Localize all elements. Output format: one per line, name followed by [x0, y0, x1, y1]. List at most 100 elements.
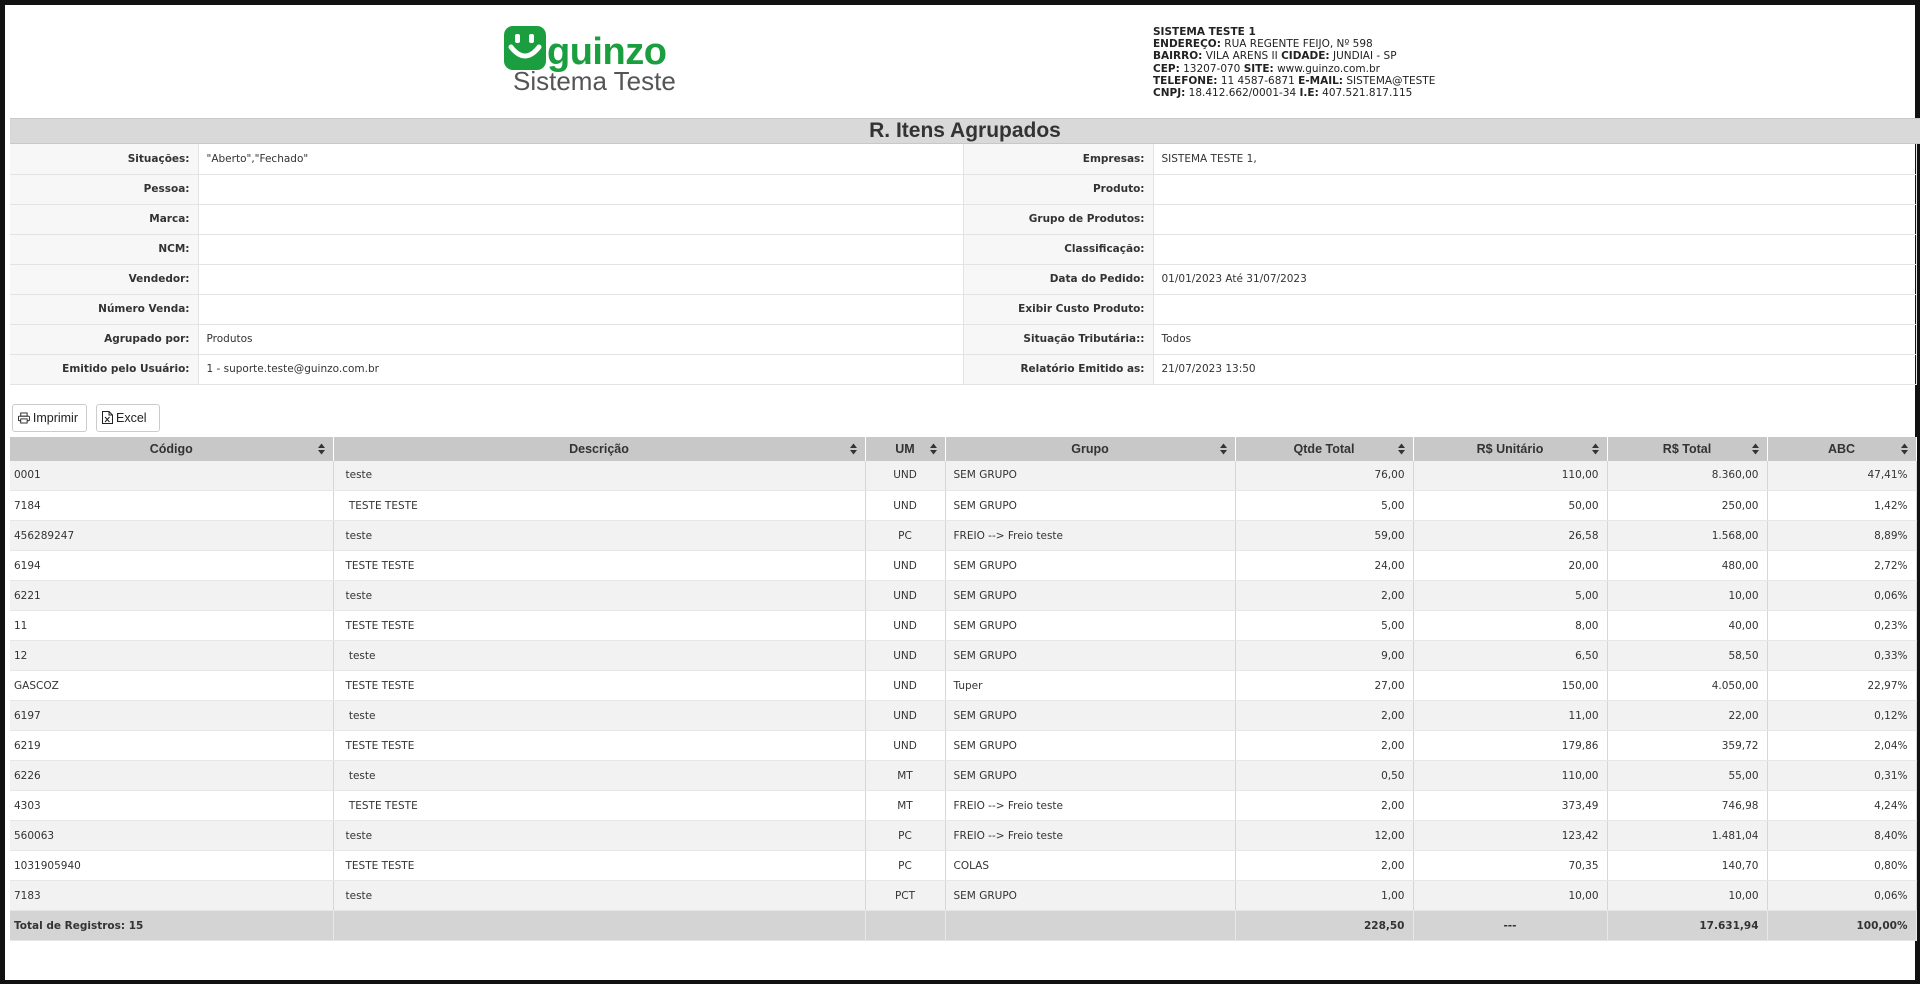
cell-descricao: TESTE TESTE	[333, 670, 866, 701]
cell-descricao: teste	[333, 700, 866, 731]
filter-label: Produto:	[963, 174, 1153, 205]
print-button-label: Imprimir	[32, 410, 78, 425]
filter-value: Todos	[1152, 324, 1917, 355]
cell-um: UND	[865, 580, 946, 611]
filter-row: Vendedor: Data do Pedido: 01/01/2023 Até 3…	[10, 264, 1917, 295]
cell-abc: 4,24%	[1767, 790, 1917, 821]
cell-qtde: 27,00	[1235, 670, 1414, 701]
column-header[interactable]: ABC	[1767, 436, 1917, 461]
cell-codigo: 4303	[10, 790, 334, 821]
filter-label: Marca:	[10, 204, 198, 235]
cell-qtde: 5,00	[1235, 490, 1414, 521]
table-row: 4303 TESTE TESTE MT FREIO --> Freio teste 2…	[10, 790, 1917, 821]
cell-abc: 22,97%	[1767, 670, 1917, 701]
cell-qtde: 2,00	[1235, 850, 1414, 881]
column-header[interactable]: R$ Unitário	[1413, 436, 1608, 461]
sort-icon[interactable]	[929, 443, 937, 455]
company-line-5: TELEFONE: 11 4587-6871 E-MAIL: SISTEMA@T…	[1153, 75, 1435, 87]
report-page: guinzo Sistema Teste SISTEMA TESTE 1 END…	[10, 10, 1920, 941]
report-frame: guinzo Sistema Teste SISTEMA TESTE 1 END…	[0, 0, 1920, 984]
sort-icon[interactable]	[1219, 443, 1227, 455]
filter-row: Emitido pelo Usuário: 1 - suporte.teste@g…	[10, 354, 1917, 385]
sort-icon[interactable]	[1397, 443, 1405, 455]
cell-total: 1.568,00	[1607, 520, 1768, 551]
report-title: R. Itens Agrupados	[10, 118, 1920, 144]
filter-value	[197, 204, 964, 235]
company-line-6: CNPJ: 18.412.662/0001-34 I.E: 407.521.81…	[1153, 87, 1435, 99]
table-row: 6221 teste UND SEM GRUPO 2,00 5,00 10,00 0,06%	[10, 580, 1917, 611]
print-button[interactable]: Imprimir	[12, 403, 87, 432]
cell-abc: 8,89%	[1767, 520, 1917, 551]
column-header[interactable]: Descrição	[333, 436, 866, 461]
cell-abc: 0,33%	[1767, 640, 1917, 671]
cell-total: 1.481,04	[1607, 820, 1768, 851]
cell-total: 250,00	[1607, 490, 1768, 521]
table-header-row: Código Descrição UM Grupo Qtde Total R$ Unitá…	[10, 436, 1917, 461]
filter-value	[197, 234, 964, 265]
cell-um: PC	[865, 820, 946, 851]
filter-row: Número Venda: Exibir Custo Produto:	[10, 294, 1917, 325]
cell-codigo: 6226	[10, 760, 334, 791]
table-row: 11 TESTE TESTE UND SEM GRUPO 5,00 8,00 40,00 0,…	[10, 610, 1917, 641]
cell-descricao: teste	[333, 760, 866, 791]
table-row: 1031905940 TESTE TESTE PC COLAS 2,00 70,35 140…	[10, 850, 1917, 881]
table-row: 6226 teste MT SEM GRUPO 0,50 110,00 55,00 0,31…	[10, 760, 1917, 791]
cell-qtde: 76,00	[1235, 460, 1414, 491]
sort-icon[interactable]	[849, 443, 857, 455]
filter-value: 01/01/2023 Até 31/07/2023	[1152, 264, 1917, 295]
excel-button[interactable]: Excel	[96, 403, 160, 432]
cell-qtde: 0,50	[1235, 760, 1414, 791]
filter-label: Grupo de Produtos:	[963, 204, 1153, 235]
filter-label: NCM:	[10, 234, 198, 265]
cell-qtde: 2,00	[1235, 580, 1414, 611]
company-line-3: BAIRRO: VILA ARENS II CIDADE: JUNDIAI - …	[1153, 50, 1435, 62]
email-label: E-MAIL:	[1298, 74, 1343, 87]
cell-qtde: 5,00	[1235, 610, 1414, 641]
cell-total: 480,00	[1607, 550, 1768, 581]
cell-unitario: 110,00	[1413, 460, 1608, 491]
column-header[interactable]: R$ Total	[1607, 436, 1768, 461]
endereco-value: RUA REGENTE FEIJO, Nº 598	[1224, 38, 1373, 51]
cell-abc: 47,41%	[1767, 460, 1917, 491]
cell-um: PC	[865, 850, 946, 881]
cell-codigo: 6219	[10, 730, 334, 761]
cell-grupo: FREIO --> Freio teste	[945, 520, 1236, 551]
cell-codigo: GASCOZ	[10, 670, 334, 701]
sort-icon[interactable]	[1751, 443, 1759, 455]
cell-unitario: 5,00	[1413, 580, 1608, 611]
cell-grupo: SEM GRUPO	[945, 700, 1236, 731]
cell-descricao: TESTE TESTE	[333, 550, 866, 581]
filter-value	[1152, 204, 1917, 235]
sort-icon[interactable]	[1591, 443, 1599, 455]
cell-descricao: teste	[333, 460, 866, 491]
filter-value	[197, 294, 964, 325]
cell-total: 4.050,00	[1607, 670, 1768, 701]
table-row: 456289247 teste PC FREIO --> Freio teste 59,…	[10, 520, 1917, 551]
column-header-label: ABC	[1827, 441, 1856, 456]
filter-row: Situações: "Aberto","Fechado" Empresas: SIS…	[10, 144, 1917, 175]
telefone-value: 11 4587-6871	[1220, 74, 1295, 87]
cell-um: MT	[865, 760, 946, 791]
cell-abc: 2,04%	[1767, 730, 1917, 761]
cell-grupo: SEM GRUPO	[945, 580, 1236, 611]
column-header[interactable]: Código	[10, 436, 334, 461]
sort-icon[interactable]	[1900, 443, 1908, 455]
cell-descricao: TESTE TESTE	[333, 790, 866, 821]
site-value: www.guinzo.com.br	[1277, 62, 1380, 75]
printer-icon	[18, 412, 30, 423]
endereco-label: ENDEREÇO:	[1153, 38, 1221, 51]
sort-icon[interactable]	[317, 443, 325, 455]
filters-table: Situações: "Aberto","Fechado" Empresas: SIS…	[10, 144, 1917, 385]
cnpj-value: 18.412.662/0001-34	[1188, 87, 1297, 100]
cell-abc: 8,40%	[1767, 820, 1917, 851]
ie-value: 407.521.817.115	[1322, 87, 1413, 100]
cell-grupo: SEM GRUPO	[945, 490, 1236, 521]
cell-qtde: 2,00	[1235, 790, 1414, 821]
column-header[interactable]: Grupo	[945, 436, 1236, 461]
column-header[interactable]: Qtde Total	[1235, 436, 1414, 461]
cell-unitario: 150,00	[1413, 670, 1608, 701]
table-row: 6194 TESTE TESTE UND SEM GRUPO 24,00 20,00 480…	[10, 550, 1917, 581]
company-line-2: ENDEREÇO: RUA REGENTE FEIJO, Nº 598	[1153, 38, 1435, 50]
column-header[interactable]: UM	[865, 436, 946, 461]
cell-grupo: COLAS	[945, 850, 1236, 881]
